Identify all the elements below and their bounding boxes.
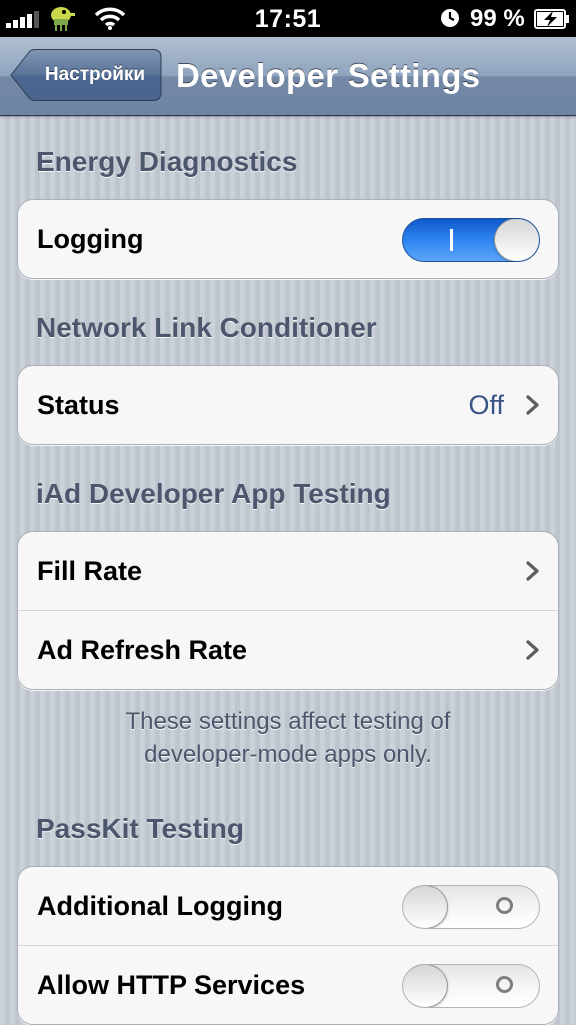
group-energy: Logging	[17, 199, 559, 279]
allow-http-services-label: Allow HTTP Services	[37, 970, 306, 1000]
footer-line-1: These settings affect testing of	[125, 708, 451, 735]
allow-http-services-row: Allow HTTP Services	[18, 945, 558, 1024]
ad-refresh-rate-row[interactable]: Ad Refresh Rate	[18, 610, 558, 689]
clock-icon	[441, 9, 459, 27]
switch-knob	[403, 965, 448, 1007]
chevron-right-icon	[526, 561, 539, 581]
back-button[interactable]: Настройки	[10, 49, 162, 101]
fill-rate-label: Fill Rate	[37, 556, 143, 586]
section-header-network: Network Link Conditioner	[36, 312, 377, 343]
group-passkit: Additional Logging Allow HTTP Services	[17, 866, 559, 1025]
allow-http-services-switch[interactable]	[402, 964, 540, 1008]
battery-percent: 99 %	[470, 5, 525, 32]
logging-row: Logging	[18, 200, 558, 278]
switch-off-mark	[496, 976, 513, 993]
group-network: Status Off	[17, 365, 559, 445]
additional-logging-switch[interactable]	[402, 885, 540, 929]
switch-knob	[403, 886, 448, 928]
battery-charging-icon	[534, 9, 569, 29]
status-row[interactable]: Status Off	[18, 366, 558, 444]
footer-line-2: developer-mode apps only.	[144, 741, 432, 768]
section-header-energy: Energy Diagnostics	[36, 146, 298, 177]
section-header-iad: iAd Developer App Testing	[36, 478, 391, 509]
additional-logging-label: Additional Logging	[37, 891, 283, 921]
back-button-label: Настройки	[44, 64, 146, 85]
logging-switch[interactable]	[402, 218, 540, 262]
status-label: Status	[37, 390, 120, 420]
logging-label: Logging	[37, 224, 144, 254]
page-title: Developer Settings	[176, 57, 481, 94]
iad-footer-note: These settings affect testing of develop…	[30, 705, 546, 771]
switch-on-mark	[450, 229, 453, 251]
switch-knob	[494, 219, 539, 261]
fill-rate-row[interactable]: Fill Rate	[18, 532, 558, 610]
additional-logging-row: Additional Logging	[18, 867, 558, 945]
switch-off-mark	[496, 897, 513, 914]
ad-refresh-rate-label: Ad Refresh Rate	[37, 635, 248, 665]
chevron-right-icon	[526, 640, 539, 660]
group-iad: Fill Rate Ad Refresh Rate	[17, 531, 559, 690]
status-bar: 17:51 99 %	[0, 0, 576, 37]
navigation-bar: Настройки Developer Settings	[0, 37, 576, 116]
chevron-right-icon	[526, 395, 539, 415]
section-header-passkit: PassKit Testing	[36, 813, 244, 844]
status-value: Off	[468, 390, 504, 420]
